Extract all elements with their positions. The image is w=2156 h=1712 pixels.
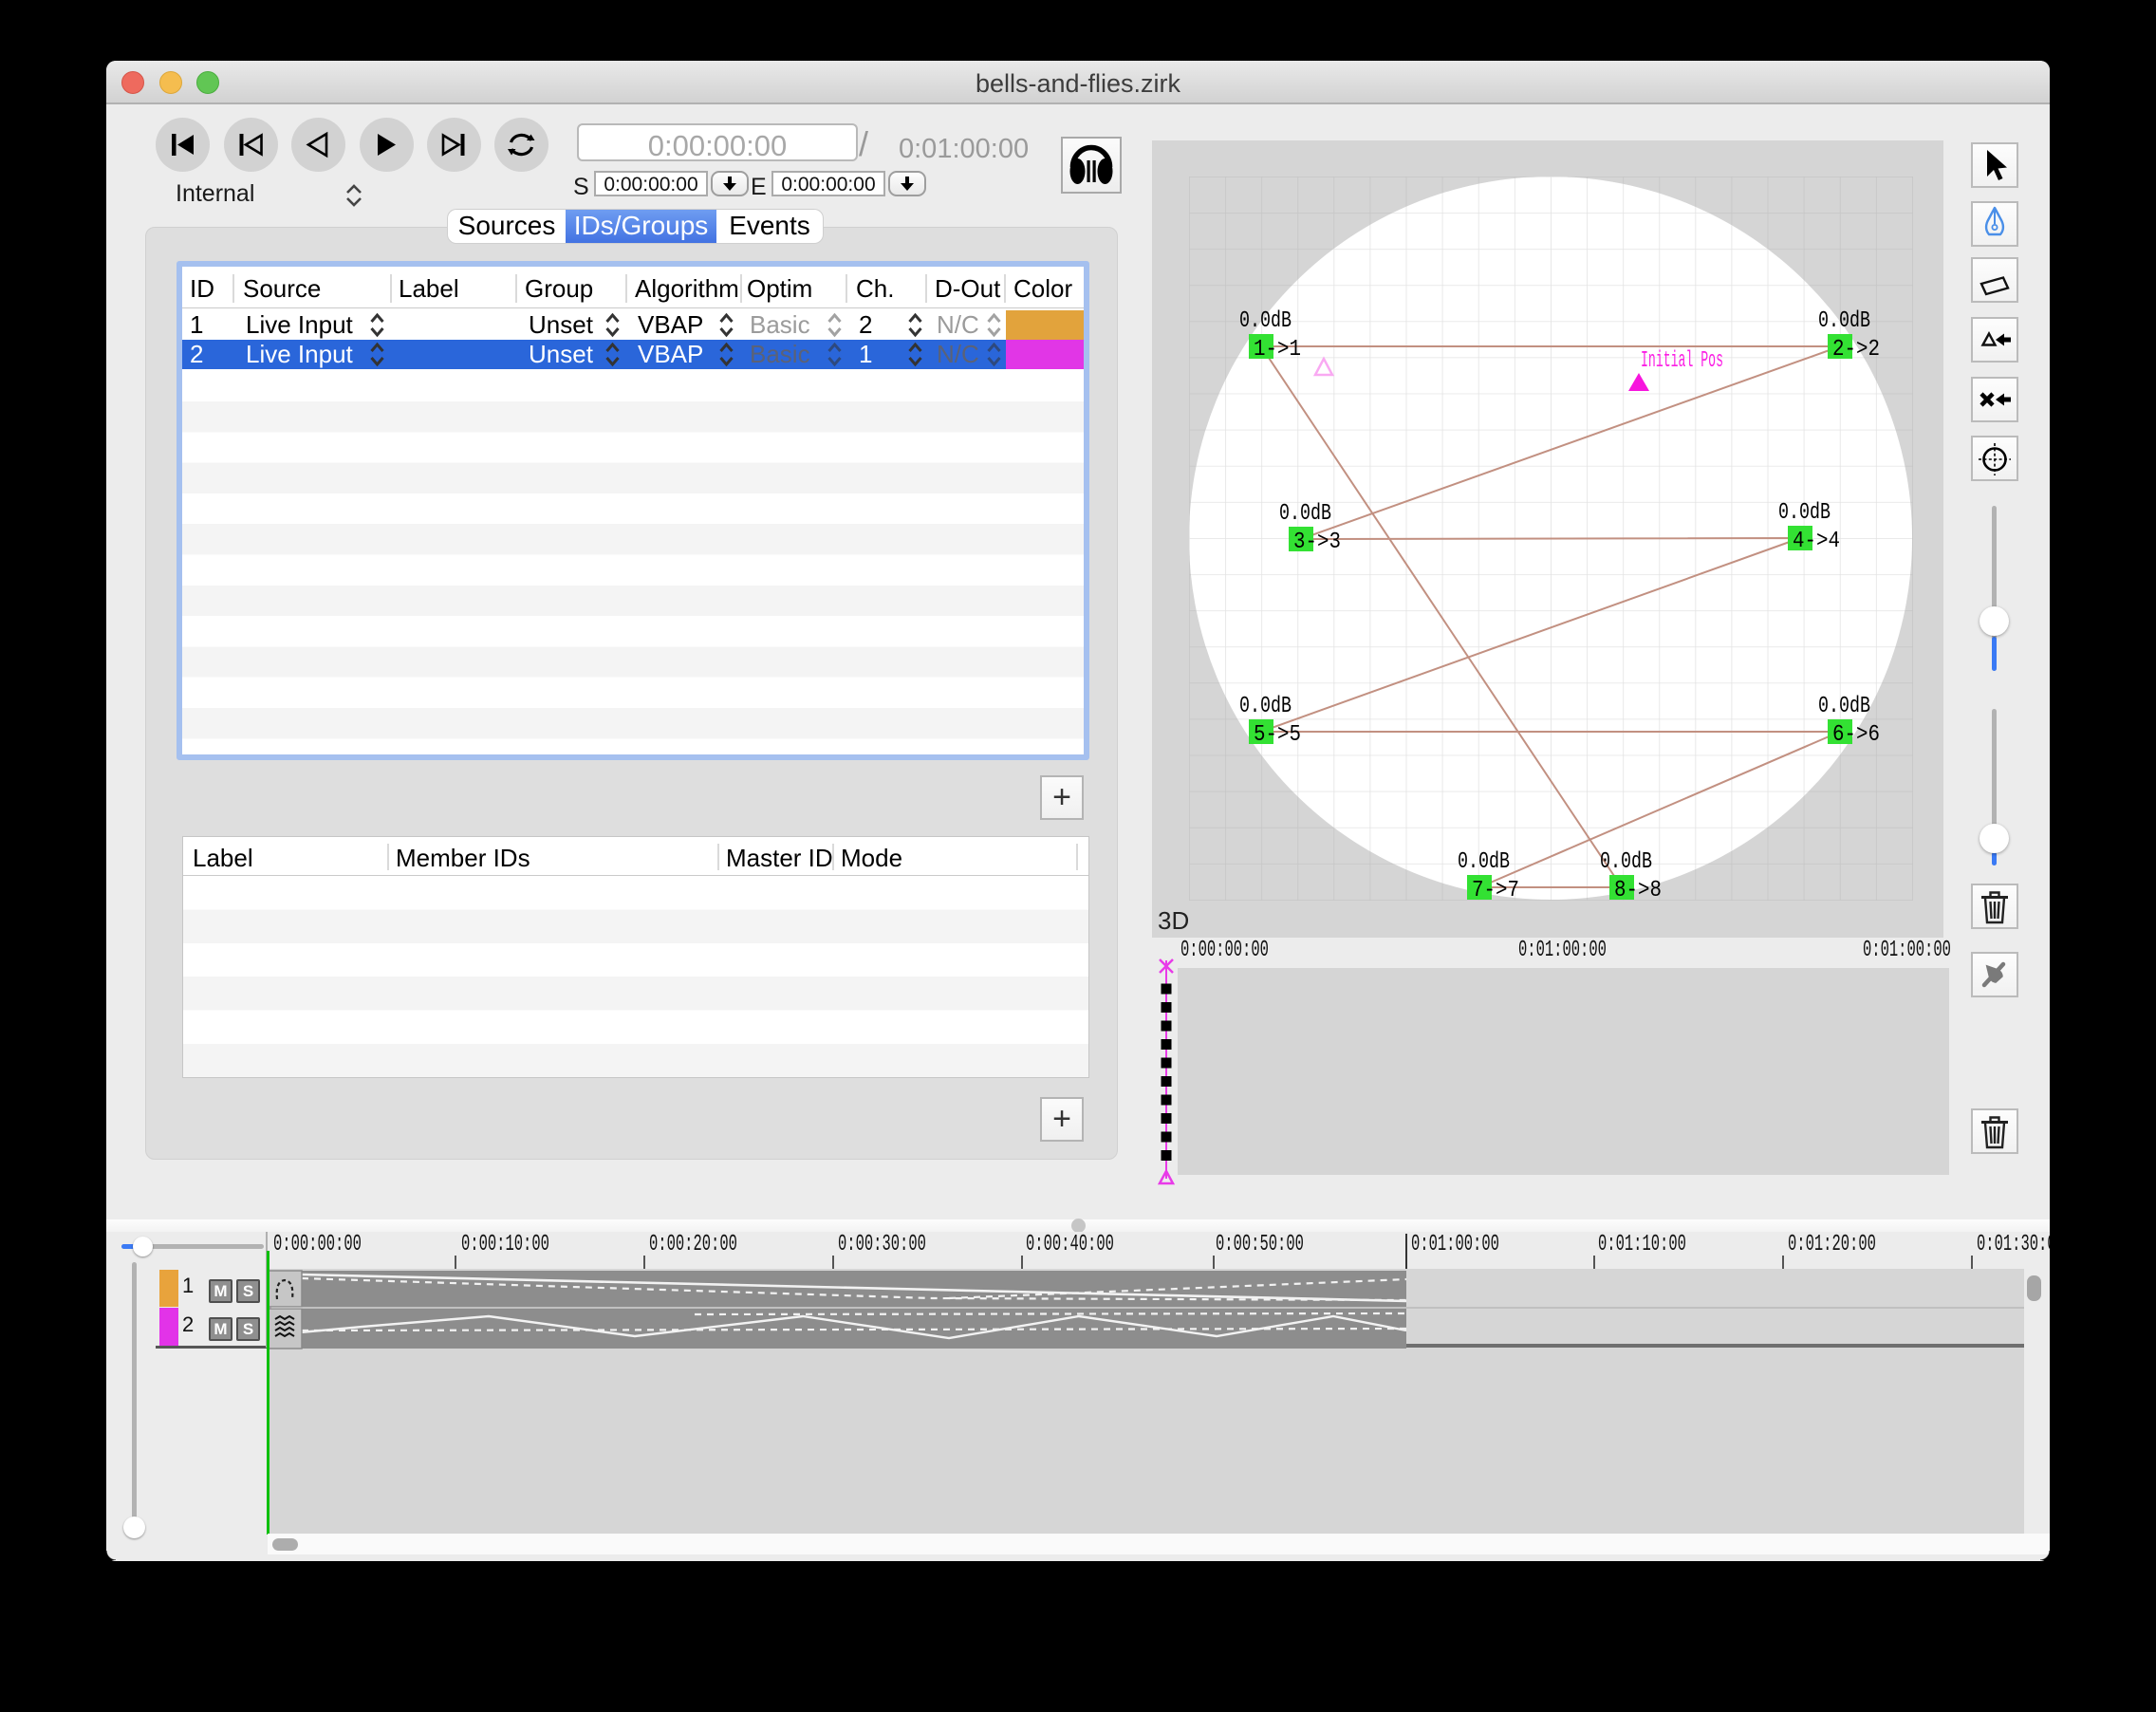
svg-text:Initial Pos: Initial Pos xyxy=(1641,348,1723,374)
svg-text:0.0dB: 0.0dB xyxy=(1239,308,1292,334)
svg-text:7->7: 7->7 xyxy=(1472,878,1519,903)
svg-text:1->1: 1->1 xyxy=(1254,337,1301,363)
svg-text:6->6: 6->6 xyxy=(1832,722,1880,748)
svg-text:5->5: 5->5 xyxy=(1254,722,1301,748)
svg-text:0.0dB: 0.0dB xyxy=(1778,500,1831,526)
svg-text:0.0dB: 0.0dB xyxy=(1239,694,1292,719)
svg-text:2->2: 2->2 xyxy=(1832,337,1880,363)
svg-text:4->4: 4->4 xyxy=(1793,529,1840,554)
svg-text:3D: 3D xyxy=(1158,906,1189,935)
svg-text:0.0dB: 0.0dB xyxy=(1279,501,1331,527)
svg-text:0.0dB: 0.0dB xyxy=(1458,849,1510,875)
svg-text:3->3: 3->3 xyxy=(1293,530,1341,555)
svg-text:0.0dB: 0.0dB xyxy=(1818,308,1870,334)
svg-text:0.0dB: 0.0dB xyxy=(1600,849,1652,875)
svg-text:8->8: 8->8 xyxy=(1614,878,1662,903)
svg-text:0.0dB: 0.0dB xyxy=(1818,694,1870,719)
